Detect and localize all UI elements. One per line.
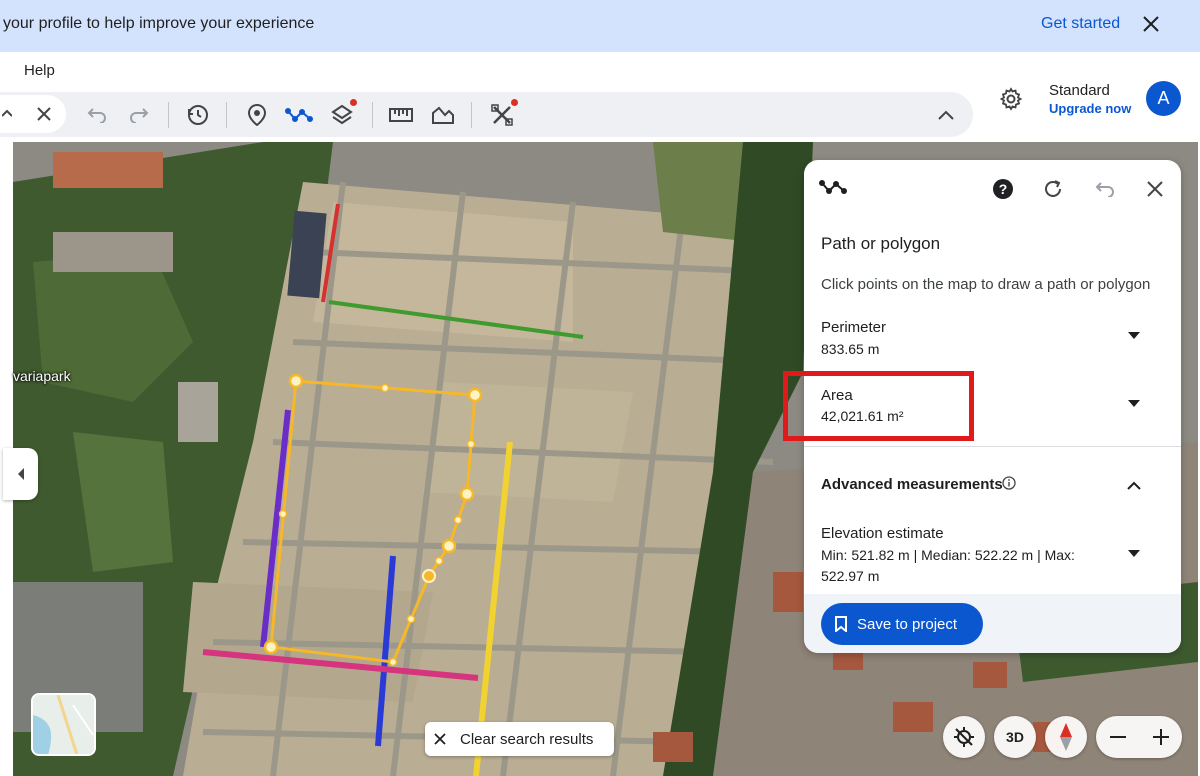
elevation-units-dropdown[interactable] (1122, 542, 1146, 566)
compass-icon (1060, 723, 1072, 751)
history-icon (188, 105, 208, 125)
zoom-controls (1096, 716, 1182, 758)
refresh-icon (1045, 180, 1061, 197)
redo-button[interactable] (124, 100, 154, 130)
toggle-3d-button[interactable]: 3D (994, 716, 1036, 758)
menu-help[interactable]: Help (24, 62, 55, 79)
plan-name: Standard (1049, 82, 1110, 99)
undo-point-button[interactable] (1090, 174, 1120, 204)
get-started-link[interactable]: Get started (1041, 15, 1120, 33)
clear-search-icon[interactable] (37, 107, 51, 126)
zoom-in-button[interactable] (1139, 716, 1182, 758)
help-icon: ? (993, 179, 1013, 199)
zoom-out-button[interactable] (1096, 716, 1139, 758)
info-banner: your profile to help improve your experi… (0, 0, 1200, 52)
dropdown-arrow-icon (1128, 550, 1140, 557)
close-icon (434, 733, 446, 745)
upgrade-link[interactable]: Upgrade now (1049, 101, 1131, 116)
clear-search-label: Clear search results (460, 730, 594, 748)
elevation-value: Min: 521.82 m | Median: 522.22 m | Max: … (821, 547, 1075, 584)
map-place-label: variapark (13, 368, 71, 384)
map-style-thumbnail[interactable] (31, 693, 96, 756)
reset-button[interactable] (1038, 174, 1068, 204)
perimeter-units-dropdown[interactable] (1122, 324, 1146, 348)
undo-icon (87, 108, 106, 123)
tools-icon (491, 104, 513, 126)
side-panel-toggle[interactable] (3, 448, 38, 500)
help-button[interactable]: ? (988, 174, 1018, 204)
save-button-label: Save to project (857, 615, 958, 633)
location-pin-icon (248, 104, 266, 126)
location-off-icon (954, 727, 974, 747)
advanced-measurements-heading: Advanced measurements (821, 476, 1003, 493)
elevation-button[interactable] (428, 100, 458, 130)
toolbar-divider (372, 102, 373, 128)
bookmark-icon (835, 616, 847, 632)
minimap-icon (33, 695, 94, 754)
measure-path-button[interactable] (284, 100, 314, 130)
gear-icon (999, 87, 1023, 111)
dropdown-arrow-icon (1128, 332, 1140, 339)
chevron-up-icon[interactable] (1, 107, 13, 126)
ruler-icon (389, 108, 413, 122)
chevron-left-icon (17, 468, 24, 480)
area-units-dropdown[interactable] (1122, 392, 1146, 416)
dropdown-arrow-icon (1128, 400, 1140, 407)
settings-button[interactable] (996, 84, 1026, 114)
compass-button[interactable] (1045, 716, 1087, 758)
perimeter-value: 833.65 m (821, 341, 880, 357)
panel-instructions: Click points on the map to draw a path o… (821, 276, 1151, 293)
save-to-project-button[interactable]: Save to project (821, 603, 983, 645)
minus-icon (1109, 736, 1126, 738)
undo-button[interactable] (82, 100, 112, 130)
avatar[interactable]: A (1146, 81, 1181, 116)
3d-label: 3D (1006, 729, 1024, 745)
collapse-toolbar-button[interactable] (931, 100, 961, 130)
toolbar-divider (471, 102, 472, 128)
search-box[interactable] (0, 95, 66, 133)
clear-search-results-button[interactable]: Clear search results (425, 722, 614, 756)
path-tool-icon (819, 177, 847, 202)
notification-dot (350, 99, 357, 106)
svg-text:?: ? (999, 181, 1008, 197)
terrain-icon (432, 106, 454, 124)
panel-divider (804, 446, 1181, 447)
undo-icon (1095, 182, 1114, 197)
close-icon (1147, 181, 1163, 197)
layers-icon (331, 104, 353, 125)
chevron-up-icon (938, 110, 954, 120)
redo-icon (130, 108, 149, 123)
history-button[interactable] (183, 100, 213, 130)
location-off-button[interactable] (943, 716, 985, 758)
close-panel-button[interactable] (1140, 174, 1170, 204)
banner-text: your profile to help improve your experi… (3, 15, 315, 32)
panel-title: Path or polygon (821, 234, 941, 253)
advanced-collapse-button[interactable] (1122, 473, 1146, 497)
toolbar-divider (168, 102, 169, 128)
plus-icon (1152, 729, 1169, 745)
placemark-button[interactable] (242, 100, 272, 130)
perimeter-label: Perimeter (821, 319, 887, 336)
toolbar-divider (226, 102, 227, 128)
close-icon (1143, 16, 1159, 32)
chevron-up-icon (1127, 481, 1141, 490)
elevation-label: Elevation estimate (821, 525, 944, 542)
info-icon[interactable] (1002, 476, 1016, 495)
banner-close-button[interactable] (1137, 10, 1165, 38)
path-icon (285, 108, 313, 122)
notification-dot (511, 99, 518, 106)
area-highlight-annotation (783, 371, 974, 441)
ruler-button[interactable] (386, 100, 416, 130)
